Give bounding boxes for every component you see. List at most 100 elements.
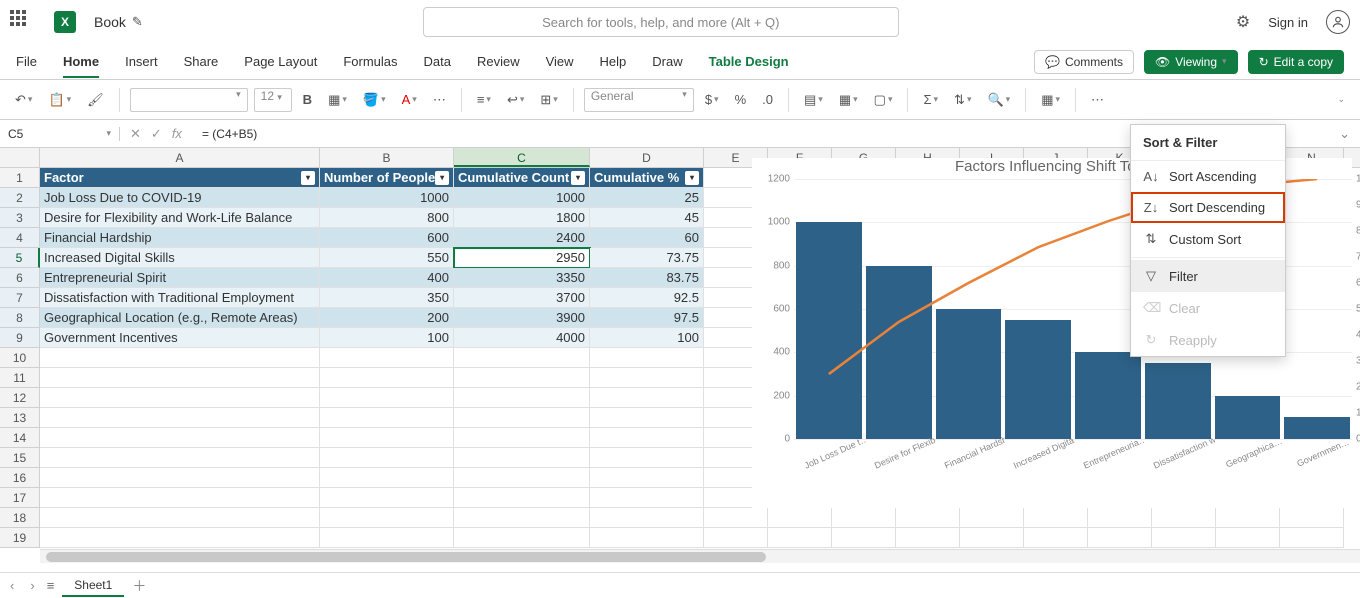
font-size-select[interactable]: 12 ▾ xyxy=(254,88,292,112)
cell-B17[interactable] xyxy=(320,488,454,508)
cell-B8[interactable]: 200 xyxy=(320,308,454,328)
cell-D17[interactable] xyxy=(590,488,704,508)
borders-button[interactable]: ▦▾ xyxy=(323,89,352,111)
sheet-nav-next[interactable]: › xyxy=(26,578,38,593)
cell-B6[interactable]: 400 xyxy=(320,268,454,288)
tab-share[interactable]: Share xyxy=(184,48,219,75)
cell-E18[interactable] xyxy=(704,508,768,528)
cell-H19[interactable] xyxy=(896,528,960,548)
tab-draw[interactable]: Draw xyxy=(652,48,682,75)
cell-A3[interactable]: Desire for Flexibility and Work-Life Bal… xyxy=(40,208,320,228)
cell-M19[interactable] xyxy=(1216,528,1280,548)
row-header-12[interactable]: 12 xyxy=(0,388,40,408)
fill-color-button[interactable]: 🪣▾ xyxy=(358,89,391,111)
format-table-button[interactable]: ▦▾ xyxy=(834,89,863,111)
cell-G19[interactable] xyxy=(832,528,896,548)
tab-review[interactable]: Review xyxy=(477,48,520,75)
row-header-13[interactable]: 13 xyxy=(0,408,40,428)
workbook-title[interactable]: Book xyxy=(94,14,126,30)
cell-C5[interactable]: 2950 xyxy=(454,248,590,268)
cancel-formula-icon[interactable]: ✕ xyxy=(130,126,141,142)
cell-C13[interactable] xyxy=(454,408,590,428)
comments-button[interactable]: 💬 Comments xyxy=(1034,50,1134,74)
cell-D9[interactable]: 100 xyxy=(590,328,704,348)
currency-button[interactable]: $▾ xyxy=(700,89,724,110)
cell-B14[interactable] xyxy=(320,428,454,448)
merge-button[interactable]: ⊞▾ xyxy=(535,89,562,111)
sheet-tab[interactable]: Sheet1 xyxy=(62,575,124,597)
cell-F18[interactable] xyxy=(768,508,832,528)
gear-icon[interactable]: ⚙ xyxy=(1236,12,1250,32)
filter-dropdown-icon[interactable]: ▾ xyxy=(685,171,699,185)
cell-N18[interactable] xyxy=(1280,508,1344,528)
add-sheet-button[interactable]: ＋ xyxy=(132,576,146,596)
cell-D3[interactable]: 45 xyxy=(590,208,704,228)
cell-D18[interactable] xyxy=(590,508,704,528)
cell-D10[interactable] xyxy=(590,348,704,368)
cell-A17[interactable] xyxy=(40,488,320,508)
row-header-7[interactable]: 7 xyxy=(0,288,40,308)
cell-D5[interactable]: 73.75 xyxy=(590,248,704,268)
cell-C8[interactable]: 3900 xyxy=(454,308,590,328)
cell-K19[interactable] xyxy=(1088,528,1152,548)
cell-I19[interactable] xyxy=(960,528,1024,548)
horizontal-scrollbar[interactable] xyxy=(40,549,1360,563)
find-button[interactable]: 🔍▾ xyxy=(982,89,1015,111)
cell-A6[interactable]: Entrepreneurial Spirit xyxy=(40,268,320,288)
cell-A5[interactable]: Increased Digital Skills xyxy=(40,248,320,268)
cell-E19[interactable] xyxy=(704,528,768,548)
cell-A16[interactable] xyxy=(40,468,320,488)
row-header-4[interactable]: 4 xyxy=(0,228,40,248)
row-header-14[interactable]: 14 xyxy=(0,428,40,448)
table-header-a[interactable]: Factor▾ xyxy=(40,168,320,188)
cell-B7[interactable]: 350 xyxy=(320,288,454,308)
row-header-18[interactable]: 18 xyxy=(0,508,40,528)
row-header-8[interactable]: 8 xyxy=(0,308,40,328)
row-header-9[interactable]: 9 xyxy=(0,328,40,348)
accept-formula-icon[interactable]: ✓ xyxy=(151,126,162,142)
cell-C2[interactable]: 1000 xyxy=(454,188,590,208)
tab-table-design[interactable]: Table Design xyxy=(709,48,789,75)
cell-K18[interactable] xyxy=(1088,508,1152,528)
filter-dropdown-icon[interactable]: ▾ xyxy=(571,171,585,185)
row-header-5[interactable]: 5 xyxy=(0,248,40,268)
cell-B10[interactable] xyxy=(320,348,454,368)
cell-L19[interactable] xyxy=(1152,528,1216,548)
cell-A7[interactable]: Dissatisfaction with Traditional Employm… xyxy=(40,288,320,308)
scrollbar-thumb[interactable] xyxy=(46,552,766,562)
cell-L18[interactable] xyxy=(1152,508,1216,528)
cell-A4[interactable]: Financial Hardship xyxy=(40,228,320,248)
cell-G18[interactable] xyxy=(832,508,896,528)
cell-C3[interactable]: 1800 xyxy=(454,208,590,228)
cell-C19[interactable] xyxy=(454,528,590,548)
sort-descending-item[interactable]: Z↓ Sort Descending xyxy=(1131,192,1285,223)
bold-button[interactable]: B xyxy=(298,89,317,110)
fx-icon[interactable]: fx xyxy=(172,126,182,141)
cell-A18[interactable] xyxy=(40,508,320,528)
sign-in-link[interactable]: Sign in xyxy=(1268,15,1308,30)
cell-A13[interactable] xyxy=(40,408,320,428)
edit-copy-button[interactable]: ↻ Edit a copy xyxy=(1248,50,1344,74)
cell-C15[interactable] xyxy=(454,448,590,468)
tab-home[interactable]: Home xyxy=(63,48,99,75)
custom-sort-item[interactable]: ⇅ Custom Sort xyxy=(1131,223,1285,255)
app-launcher-icon[interactable] xyxy=(10,10,34,34)
cell-D11[interactable] xyxy=(590,368,704,388)
row-header-11[interactable]: 11 xyxy=(0,368,40,388)
tab-view[interactable]: View xyxy=(546,48,574,75)
avatar-icon[interactable] xyxy=(1326,10,1350,34)
wrap-text-button[interactable]: ↩▾ xyxy=(502,89,529,111)
row-header-19[interactable]: 19 xyxy=(0,528,40,548)
cell-A15[interactable] xyxy=(40,448,320,468)
name-box[interactable]: C5▾ xyxy=(0,127,120,141)
more-font-button[interactable]: ⋯ xyxy=(428,89,451,111)
sheet-list-icon[interactable]: ≡ xyxy=(47,578,55,593)
cell-C6[interactable]: 3350 xyxy=(454,268,590,288)
percent-button[interactable]: % xyxy=(730,89,752,110)
filter-item[interactable]: ▽ Filter xyxy=(1131,260,1285,292)
search-input[interactable]: Search for tools, help, and more (Alt + … xyxy=(423,7,899,37)
cell-A19[interactable] xyxy=(40,528,320,548)
cell-C4[interactable]: 2400 xyxy=(454,228,590,248)
cell-D4[interactable]: 60 xyxy=(590,228,704,248)
tab-help[interactable]: Help xyxy=(600,48,627,75)
